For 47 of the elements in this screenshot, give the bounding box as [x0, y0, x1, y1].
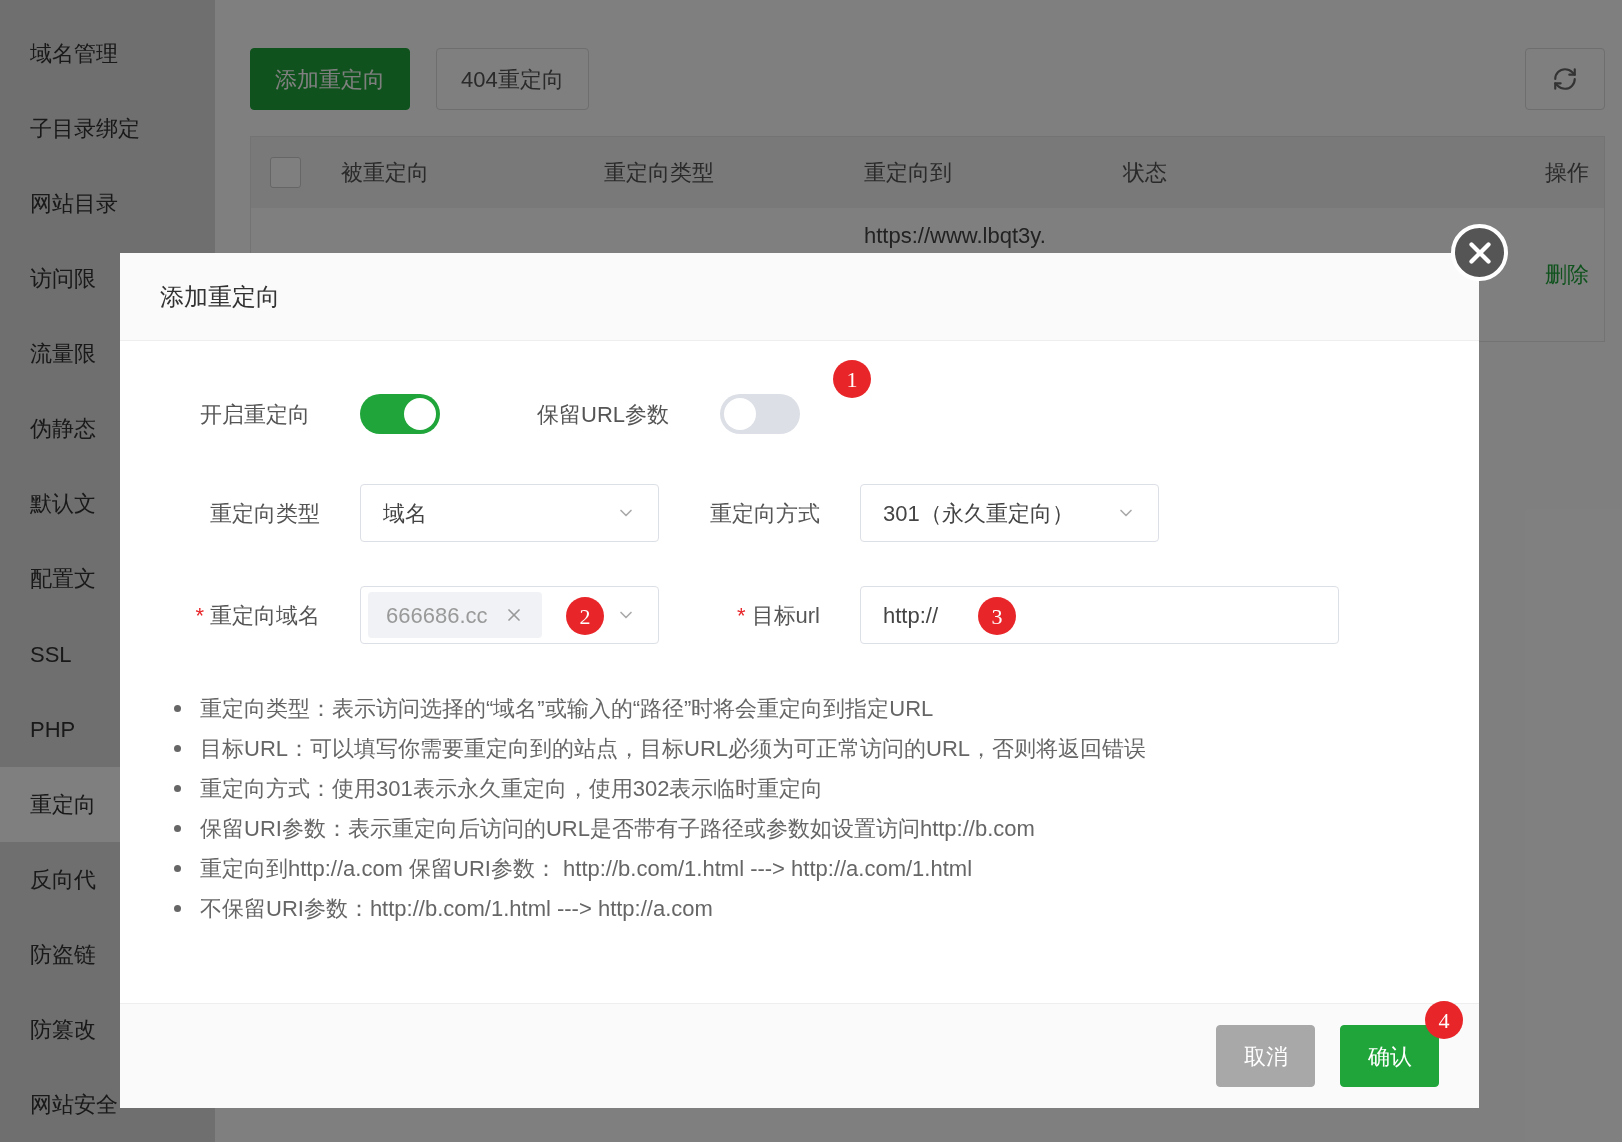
field-label: 重定向方式	[709, 499, 821, 528]
bullet-icon	[174, 704, 181, 712]
help-note: 重定向类型：表示访问选择的“域名”或输入的“路径”时将会重定向到指定URL	[200, 694, 934, 723]
bullet-icon	[174, 824, 181, 832]
domain-select-field[interactable]: 666686.cc 2	[360, 586, 659, 644]
column-header: 操作	[1545, 159, 1589, 187]
column-header: 状态	[1123, 159, 1168, 187]
help-note: 不保留URI参数：http://b.com/1.html ---> http://a.com	[200, 894, 713, 923]
number-badge: 2	[566, 597, 604, 635]
bullet-icon	[174, 864, 181, 872]
dialog-title: 添加重定向	[160, 281, 280, 312]
number-badge: 4	[1425, 1001, 1463, 1039]
dialog-button[interactable]: 取消	[1216, 1025, 1315, 1087]
table-cell: https://www.lbqt3y.	[864, 222, 1046, 250]
sidebar-item[interactable]: 域名管理	[0, 16, 215, 92]
toggle-switch[interactable]	[720, 394, 800, 434]
delete-link[interactable]: 删除	[1545, 258, 1589, 291]
url-input-field[interactable]: http:// 3	[860, 586, 1339, 644]
required-mark: *	[737, 601, 746, 630]
required-mark: *	[195, 601, 204, 630]
column-header: 被重定向	[341, 159, 430, 187]
number-badge: 3	[978, 597, 1016, 635]
number-badge: 1	[833, 360, 871, 398]
help-note: 重定向到http://a.com 保留URI参数： http://b.com/1.html ---> http://a.com/1.html	[200, 854, 973, 883]
select-field[interactable]: 301（永久重定向）	[860, 484, 1159, 542]
select-all-checkbox[interactable]	[270, 157, 301, 188]
bullet-icon	[174, 784, 181, 792]
toolbar-button[interactable]: 添加重定向	[250, 48, 410, 110]
toggle-switch[interactable]	[360, 394, 440, 434]
field-label: 开启重定向	[199, 400, 311, 429]
domain-tag: 666686.cc	[368, 592, 542, 638]
select-field[interactable]: 域名	[360, 484, 659, 542]
field-label: 目标url	[751, 601, 820, 630]
field-label: 重定向域名	[210, 601, 320, 630]
sidebar-item[interactable]: 网站目录	[0, 166, 215, 242]
column-header: 重定向到	[864, 159, 953, 187]
column-header: 重定向类型	[604, 159, 715, 187]
bullet-icon	[174, 744, 181, 752]
field-label: 保留URL参数	[537, 400, 670, 429]
bullet-icon	[174, 904, 181, 912]
refresh-button[interactable]	[1525, 48, 1605, 110]
toolbar-button[interactable]: 404重定向	[436, 48, 589, 110]
field-label: 重定向类型	[209, 499, 321, 528]
sidebar-item[interactable]: 子目录绑定	[0, 91, 215, 167]
dialog-button[interactable]: 确认	[1340, 1025, 1439, 1087]
refresh-icon	[1552, 66, 1578, 92]
help-note: 目标URL：可以填写你需要重定向到的站点，目标URL必须为可正常访问的URL，否则将返回错误	[200, 734, 1147, 763]
